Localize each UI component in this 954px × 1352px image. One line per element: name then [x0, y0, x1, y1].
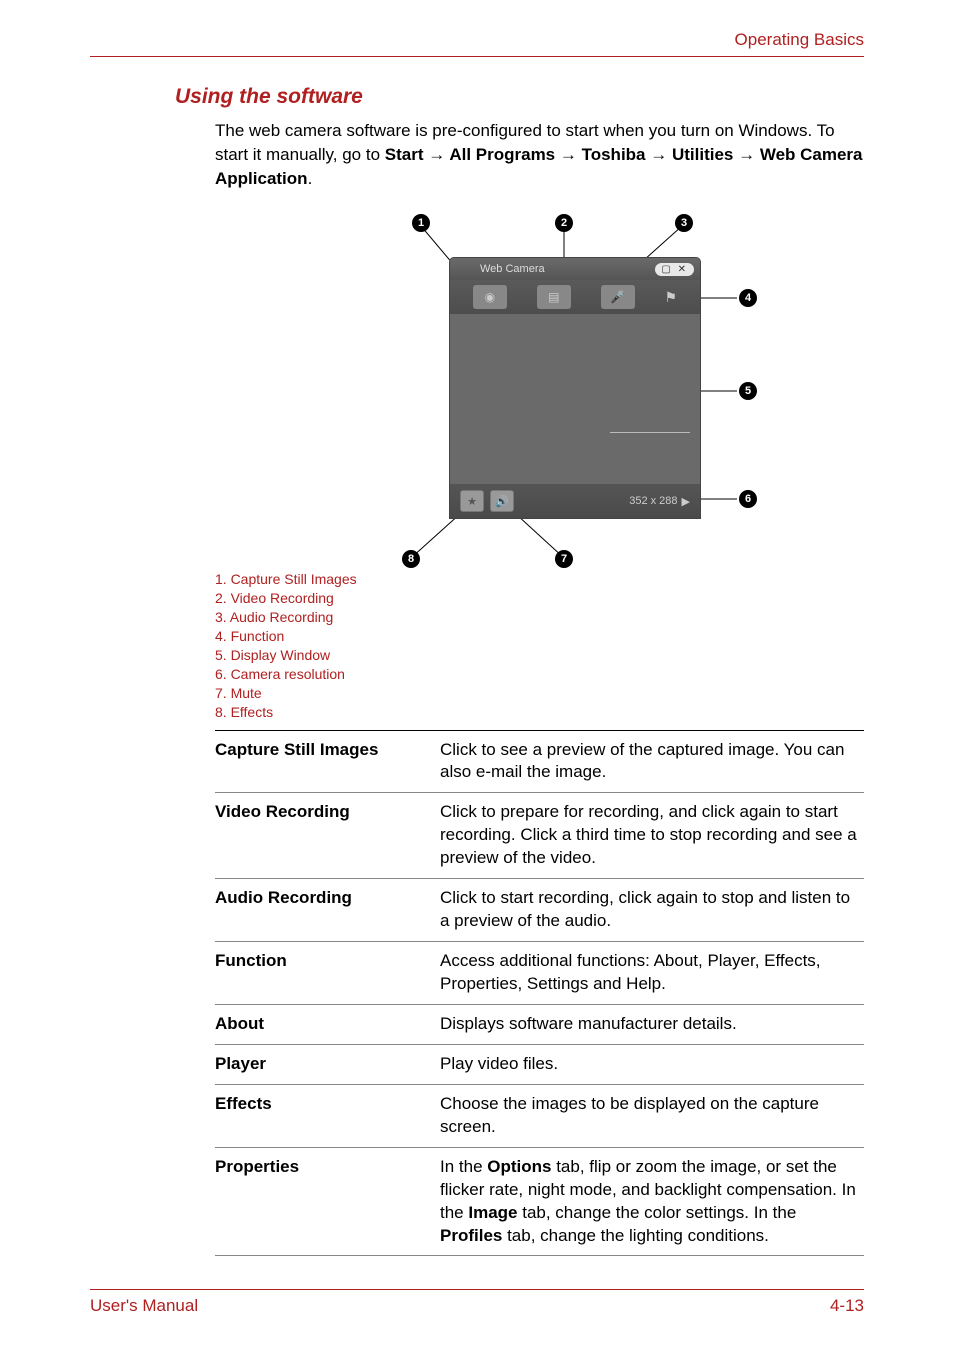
table-row: Function Access additional functions: Ab…: [215, 942, 864, 1005]
callout-3: 3: [675, 214, 693, 232]
def-desc: Displays software manufacturer details.: [440, 1004, 864, 1044]
table-row: Audio Recording Click to start recording…: [215, 879, 864, 942]
header-rule: [90, 56, 864, 57]
app-title: Web Camera: [480, 263, 545, 275]
page-footer: User's Manual 4-13: [90, 1289, 864, 1316]
capture-button[interactable]: ◉: [473, 285, 507, 309]
prop-p3: tab, change the color settings. In the: [518, 1203, 797, 1222]
legend-item: 7. Mute: [215, 684, 864, 703]
prop-p4: tab, change the lighting conditions.: [502, 1226, 769, 1245]
prop-profiles: Profiles: [440, 1226, 502, 1245]
header-section: Operating Basics: [90, 30, 864, 50]
intro-allprograms: All Programs: [449, 145, 555, 164]
legend-item: 1. Capture Still Images: [215, 570, 864, 589]
def-term: Video Recording: [215, 793, 440, 879]
app-toolbar: ◉ ▤ 🎤 ⚑: [450, 280, 700, 314]
arrow-icon: →: [733, 145, 759, 164]
mute-button[interactable]: 🔊: [490, 490, 514, 512]
legend-item: 3. Audio Recording: [215, 608, 864, 627]
def-desc: Play video files.: [440, 1044, 864, 1084]
footer-rule: [90, 1289, 864, 1290]
callout-7: 7: [555, 550, 573, 568]
app-footer: ★ 🔊 352 x 288 ▶: [450, 484, 700, 518]
table-row: About Displays software manufacturer det…: [215, 1004, 864, 1044]
callout-6: 6: [739, 490, 757, 508]
callout-4: 4: [739, 289, 757, 307]
def-desc: Access additional functions: About, Play…: [440, 942, 864, 1005]
footer-right: 4-13: [830, 1296, 864, 1316]
intro-toshiba: Toshiba: [582, 145, 646, 164]
def-term: Function: [215, 942, 440, 1005]
definitions-table: Capture Still Images Click to see a prev…: [215, 730, 864, 1257]
legend-item: 6. Camera resolution: [215, 665, 864, 684]
intro-utilities: Utilities: [672, 145, 733, 164]
legend-item: 2. Video Recording: [215, 589, 864, 608]
callout-1: 1: [412, 214, 430, 232]
function-icon[interactable]: ⚑: [665, 289, 678, 306]
resolution-arrow-icon[interactable]: ▶: [682, 495, 690, 508]
def-desc: Click to prepare for recording, and clic…: [440, 793, 864, 879]
window-controls[interactable]: ▢ ✕: [655, 263, 694, 276]
def-term: About: [215, 1004, 440, 1044]
legend-item: 8. Effects: [215, 703, 864, 722]
figure-area: 1 2 3 4 5 6 7 8 Web Camera ▢ ✕ ◉ ▤ 🎤 ⚑ ★…: [215, 206, 864, 566]
def-term: Capture Still Images: [215, 730, 440, 793]
video-record-button[interactable]: ▤: [537, 285, 571, 309]
prop-image: Image: [468, 1203, 517, 1222]
def-term: Properties: [215, 1147, 440, 1256]
table-row: Video Recording Click to prepare for rec…: [215, 793, 864, 879]
table-row: Properties In the Options tab, flip or z…: [215, 1147, 864, 1256]
def-term: Player: [215, 1044, 440, 1084]
def-desc: Choose the images to be displayed on the…: [440, 1084, 864, 1147]
intro-start: Start: [385, 145, 424, 164]
def-desc: In the Options tab, flip or zoom the ima…: [440, 1147, 864, 1256]
def-desc: Click to start recording, click again to…: [440, 879, 864, 942]
app-titlebar: Web Camera ▢ ✕: [450, 258, 700, 280]
legend-item: 4. Function: [215, 627, 864, 646]
callout-2: 2: [555, 214, 573, 232]
display-line: [610, 432, 690, 433]
callout-5: 5: [739, 382, 757, 400]
arrow-icon: →: [424, 145, 450, 164]
effects-button[interactable]: ★: [460, 490, 484, 512]
figure-legend: 1. Capture Still Images 2. Video Recordi…: [215, 570, 864, 721]
callout-8: 8: [402, 550, 420, 568]
audio-record-button[interactable]: 🎤: [601, 285, 635, 309]
display-window: [450, 314, 700, 484]
arrow-icon: →: [646, 145, 672, 164]
intro-period: .: [308, 169, 313, 188]
footer-left: User's Manual: [90, 1296, 198, 1316]
resolution-text: 352 x 288: [629, 495, 677, 507]
legend-item: 5. Display Window: [215, 646, 864, 665]
table-row: Capture Still Images Click to see a prev…: [215, 730, 864, 793]
def-term: Effects: [215, 1084, 440, 1147]
intro-paragraph: The web camera software is pre-configure…: [215, 119, 864, 190]
table-row: Player Play video files.: [215, 1044, 864, 1084]
app-window: Web Camera ▢ ✕ ◉ ▤ 🎤 ⚑ ★ 🔊 352 x 288 ▶: [450, 258, 700, 518]
prop-options: Options: [487, 1157, 551, 1176]
arrow-icon: →: [555, 145, 581, 164]
def-desc: Click to see a preview of the captured i…: [440, 730, 864, 793]
prop-p1: In the: [440, 1157, 487, 1176]
table-row: Effects Choose the images to be displaye…: [215, 1084, 864, 1147]
section-title: Using the software: [175, 85, 864, 109]
def-term: Audio Recording: [215, 879, 440, 942]
